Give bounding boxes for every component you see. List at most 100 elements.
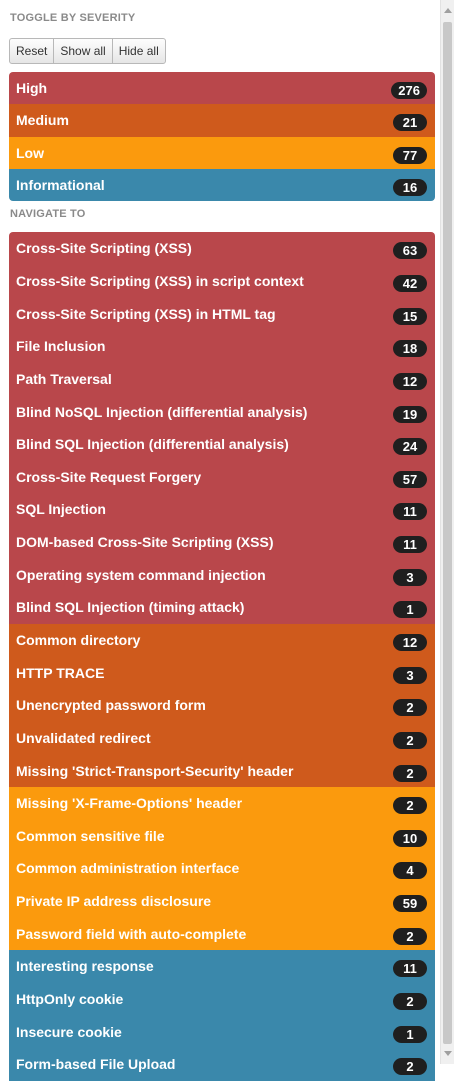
issue-nav-row[interactable]: HTTP TRACE 3: [9, 656, 435, 689]
count-badge: 21: [393, 114, 427, 132]
issue-nav-row[interactable]: DOM-based Cross-Site Scripting (XSS) 11: [9, 525, 435, 559]
issue-nav-row[interactable]: Blind NoSQL Injection (differential anal…: [9, 395, 435, 428]
count-badge: 11: [393, 503, 427, 521]
count-badge: 59: [393, 895, 427, 913]
count-badge: 11: [393, 536, 427, 554]
issue-nav-label: Blind NoSQL Injection (differential anal…: [16, 403, 308, 420]
issue-nav-label: Missing 'X-Frame-Options' header: [16, 795, 243, 812]
issue-nav-row[interactable]: Interesting response 11: [9, 950, 435, 983]
issue-nav-label: SQL Injection: [16, 501, 106, 518]
issue-nav-label: Path Traversal: [16, 370, 112, 387]
count-badge: 12: [393, 634, 427, 651]
count-badge: 3: [393, 568, 427, 586]
issue-nav-row[interactable]: Missing 'Strict-Transport-Security' head…: [9, 754, 435, 787]
hide-all-button[interactable]: Hide all: [111, 39, 165, 63]
issue-navigation-list: Cross-Site Scripting (XSS) 63 Cross-Site S…: [9, 232, 435, 1081]
issue-nav-row[interactable]: Insecure cookie 1: [9, 1015, 435, 1049]
issue-nav-row[interactable]: File Inclusion 18: [9, 329, 435, 363]
count-badge: 19: [393, 405, 427, 423]
issue-nav-row[interactable]: Common administration interface 4: [9, 852, 435, 885]
count-badge: 2: [393, 1058, 427, 1076]
count-badge: 63: [393, 242, 427, 260]
reset-button[interactable]: Reset: [10, 39, 53, 63]
severity-list: High 276 Medium 21 Low 77 Informational 16: [9, 72, 435, 201]
severity-toggle-label: Medium: [16, 112, 69, 129]
scroll-up-arrow-icon[interactable]: [444, 8, 452, 13]
scrollbar-thumb[interactable]: [443, 22, 452, 1044]
show-all-button[interactable]: Show all: [53, 39, 111, 63]
count-badge: 11: [393, 960, 427, 978]
issue-nav-row[interactable]: Path Traversal 12: [9, 362, 435, 396]
count-badge: 42: [393, 274, 427, 292]
count-badge: 12: [393, 372, 427, 390]
count-badge: 276: [391, 82, 427, 100]
issue-nav-label: HTTP TRACE: [16, 664, 105, 681]
count-badge: 2: [393, 764, 427, 782]
count-badge: 15: [393, 307, 427, 325]
issue-nav-label: Blind SQL Injection (differential analys…: [16, 436, 289, 453]
count-badge: 24: [393, 438, 427, 456]
issue-nav-label: Unvalidated redirect: [16, 729, 151, 746]
issue-nav-label: DOM-based Cross-Site Scripting (XSS): [16, 534, 274, 551]
issues-sidebar: TOGGLE BY SEVERITY Reset Show all Hide a…: [0, 0, 440, 1081]
vertical-scrollbar[interactable]: [440, 0, 454, 1064]
issue-nav-label: Interesting response: [16, 958, 154, 975]
severity-toggle-label: Informational: [16, 176, 105, 193]
issue-nav-label: Cross-Site Scripting (XSS) in HTML tag: [16, 305, 276, 322]
count-badge: 3: [393, 666, 427, 684]
severity-toggle-row[interactable]: Informational 16: [9, 168, 435, 201]
issue-nav-label: Cross-Site Request Forgery: [16, 468, 202, 485]
issue-nav-row[interactable]: HttpOnly cookie 2: [9, 982, 435, 1016]
issue-nav-row[interactable]: Cross-Site Request Forgery 57: [9, 460, 435, 494]
issue-nav-row[interactable]: SQL Injection 11: [9, 493, 435, 526]
scroll-down-arrow-icon[interactable]: [444, 1051, 452, 1056]
count-badge: 57: [393, 470, 427, 488]
count-badge: 2: [393, 699, 427, 717]
count-badge: 16: [393, 178, 427, 196]
count-badge: 10: [393, 829, 427, 847]
issue-nav-label: Password field with auto-complete: [16, 925, 247, 942]
count-badge: 1: [393, 1025, 427, 1043]
navigate-to-heading: NAVIGATE TO: [10, 208, 86, 220]
issue-nav-row[interactable]: Cross-Site Scripting (XSS) in script con…: [9, 264, 435, 298]
count-badge: 2: [393, 797, 427, 815]
issue-nav-row[interactable]: Password field with auto-complete 2: [9, 917, 435, 951]
issue-nav-label: Common administration interface: [16, 860, 240, 877]
issue-nav-row[interactable]: Common sensitive file 10: [9, 819, 435, 853]
count-badge: 2: [393, 731, 427, 749]
issue-nav-label: Cross-Site Scripting (XSS) in script con…: [16, 272, 304, 289]
issue-nav-row[interactable]: Cross-Site Scripting (XSS) 63: [9, 232, 435, 265]
count-badge: 2: [393, 927, 427, 945]
issue-nav-row[interactable]: Blind SQL Injection (timing attack) 1: [9, 591, 435, 624]
issue-nav-row[interactable]: Common directory 12: [9, 623, 435, 657]
issue-nav-row[interactable]: Cross-Site Scripting (XSS) in HTML tag 15: [9, 297, 435, 330]
issue-nav-label: Common directory: [16, 632, 141, 648]
severity-toggle-row[interactable]: Low 77: [9, 136, 435, 169]
severity-toggle-row[interactable]: Medium 21: [9, 104, 435, 137]
issue-nav-row[interactable]: Missing 'X-Frame-Options' header 2: [9, 786, 435, 820]
count-badge: 1: [393, 601, 427, 619]
issue-nav-label: Form-based File Upload: [16, 1056, 176, 1073]
issue-nav-row[interactable]: Form-based File Upload 2: [9, 1048, 435, 1081]
issue-nav-label: File Inclusion: [16, 338, 106, 355]
issue-nav-label: Missing 'Strict-Transport-Security' head…: [16, 762, 294, 779]
issue-nav-label: Common sensitive file: [16, 827, 165, 844]
issue-nav-row[interactable]: Private IP address disclosure 59: [9, 884, 435, 918]
issue-nav-label: Operating system command injection: [16, 566, 266, 583]
issue-nav-row[interactable]: Blind SQL Injection (differential analys…: [9, 427, 435, 461]
issue-nav-row[interactable]: Unencrypted password form 2: [9, 688, 435, 722]
issue-nav-label: Insecure cookie: [16, 1023, 122, 1040]
issue-nav-row[interactable]: Unvalidated redirect 2: [9, 721, 435, 755]
severity-toggle-label: Low: [16, 144, 44, 161]
issue-nav-row[interactable]: Operating system command injection 3: [9, 558, 435, 592]
count-badge: 18: [393, 340, 427, 358]
issue-nav-label: Private IP address disclosure: [16, 893, 212, 910]
issue-nav-label: Unencrypted password form: [16, 697, 206, 714]
count-badge: 77: [393, 146, 427, 164]
severity-toggle-row[interactable]: High 276: [9, 72, 435, 105]
severity-toggle-label: High: [16, 80, 48, 97]
issue-nav-label: Blind SQL Injection (timing attack): [16, 599, 245, 616]
count-badge: 4: [393, 862, 427, 880]
issue-nav-label: HttpOnly cookie: [16, 991, 124, 1008]
toggle-by-severity-heading: TOGGLE BY SEVERITY: [10, 12, 136, 24]
